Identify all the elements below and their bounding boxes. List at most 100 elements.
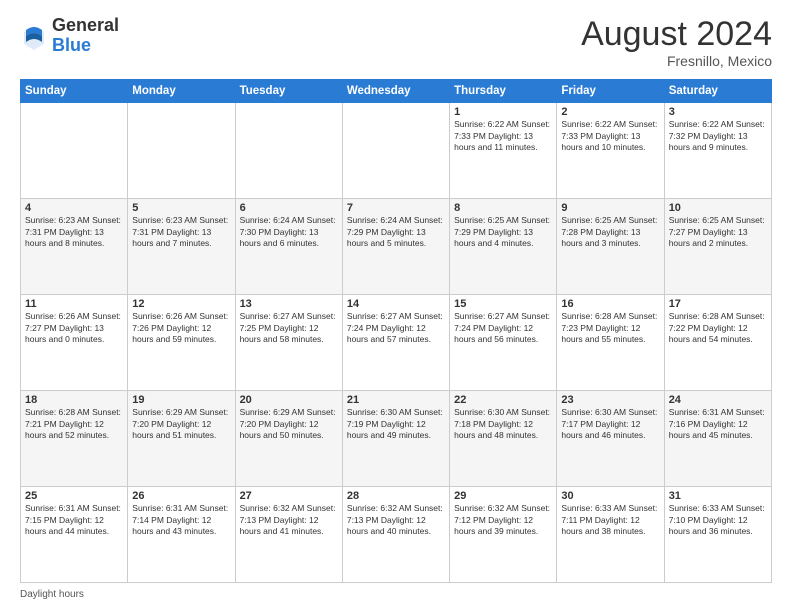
- calendar-day-cell: [235, 103, 342, 199]
- calendar-day-cell: 11Sunrise: 6:26 AM Sunset: 7:27 PM Dayli…: [21, 295, 128, 391]
- day-number: 23: [561, 394, 659, 406]
- calendar-day-cell: 30Sunrise: 6:33 AM Sunset: 7:11 PM Dayli…: [557, 487, 664, 583]
- calendar-day-cell: [342, 103, 449, 199]
- day-info: Sunrise: 6:31 AM Sunset: 7:14 PM Dayligh…: [132, 503, 230, 537]
- day-info: Sunrise: 6:26 AM Sunset: 7:26 PM Dayligh…: [132, 311, 230, 345]
- calendar-day-cell: 7Sunrise: 6:24 AM Sunset: 7:29 PM Daylig…: [342, 199, 449, 295]
- day-number: 7: [347, 202, 445, 214]
- day-info: Sunrise: 6:30 AM Sunset: 7:17 PM Dayligh…: [561, 407, 659, 441]
- day-info: Sunrise: 6:23 AM Sunset: 7:31 PM Dayligh…: [132, 215, 230, 249]
- day-number: 22: [454, 394, 552, 406]
- day-number: 21: [347, 394, 445, 406]
- calendar-week-row: 25Sunrise: 6:31 AM Sunset: 7:15 PM Dayli…: [21, 487, 772, 583]
- calendar-day-cell: 10Sunrise: 6:25 AM Sunset: 7:27 PM Dayli…: [664, 199, 771, 295]
- day-number: 6: [240, 202, 338, 214]
- calendar-day-cell: 3Sunrise: 6:22 AM Sunset: 7:32 PM Daylig…: [664, 103, 771, 199]
- footer-label: Daylight hours: [20, 589, 84, 600]
- day-info: Sunrise: 6:27 AM Sunset: 7:24 PM Dayligh…: [454, 311, 552, 345]
- calendar-day-cell: 19Sunrise: 6:29 AM Sunset: 7:20 PM Dayli…: [128, 391, 235, 487]
- calendar-week-row: 18Sunrise: 6:28 AM Sunset: 7:21 PM Dayli…: [21, 391, 772, 487]
- day-number: 24: [669, 394, 767, 406]
- day-number: 10: [669, 202, 767, 214]
- calendar-day-cell: 13Sunrise: 6:27 AM Sunset: 7:25 PM Dayli…: [235, 295, 342, 391]
- day-info: Sunrise: 6:26 AM Sunset: 7:27 PM Dayligh…: [25, 311, 123, 345]
- calendar-day-header: Wednesday: [342, 80, 449, 103]
- calendar-day-header: Tuesday: [235, 80, 342, 103]
- title-block: August 2024 Fresnillo, Mexico: [581, 16, 772, 69]
- calendar-day-cell: 31Sunrise: 6:33 AM Sunset: 7:10 PM Dayli…: [664, 487, 771, 583]
- calendar-week-row: 4Sunrise: 6:23 AM Sunset: 7:31 PM Daylig…: [21, 199, 772, 295]
- day-info: Sunrise: 6:33 AM Sunset: 7:10 PM Dayligh…: [669, 503, 767, 537]
- calendar-day-header: Saturday: [664, 80, 771, 103]
- calendar-table: SundayMondayTuesdayWednesdayThursdayFrid…: [20, 79, 772, 583]
- calendar-day-cell: 15Sunrise: 6:27 AM Sunset: 7:24 PM Dayli…: [450, 295, 557, 391]
- calendar-day-header: Friday: [557, 80, 664, 103]
- calendar-day-cell: 25Sunrise: 6:31 AM Sunset: 7:15 PM Dayli…: [21, 487, 128, 583]
- calendar-day-cell: 8Sunrise: 6:25 AM Sunset: 7:29 PM Daylig…: [450, 199, 557, 295]
- calendar-day-cell: 14Sunrise: 6:27 AM Sunset: 7:24 PM Dayli…: [342, 295, 449, 391]
- day-number: 8: [454, 202, 552, 214]
- calendar-day-cell: 9Sunrise: 6:25 AM Sunset: 7:28 PM Daylig…: [557, 199, 664, 295]
- day-number: 5: [132, 202, 230, 214]
- day-number: 2: [561, 106, 659, 118]
- calendar-day-cell: [128, 103, 235, 199]
- logo-text: General Blue: [52, 16, 119, 56]
- day-info: Sunrise: 6:32 AM Sunset: 7:13 PM Dayligh…: [347, 503, 445, 537]
- calendar-day-cell: 21Sunrise: 6:30 AM Sunset: 7:19 PM Dayli…: [342, 391, 449, 487]
- day-number: 27: [240, 490, 338, 502]
- day-number: 3: [669, 106, 767, 118]
- day-number: 4: [25, 202, 123, 214]
- header: General Blue August 2024 Fresnillo, Mexi…: [20, 16, 772, 69]
- day-info: Sunrise: 6:24 AM Sunset: 7:30 PM Dayligh…: [240, 215, 338, 249]
- day-info: Sunrise: 6:28 AM Sunset: 7:23 PM Dayligh…: [561, 311, 659, 345]
- day-info: Sunrise: 6:22 AM Sunset: 7:32 PM Dayligh…: [669, 119, 767, 153]
- calendar-day-cell: 4Sunrise: 6:23 AM Sunset: 7:31 PM Daylig…: [21, 199, 128, 295]
- day-number: 14: [347, 298, 445, 310]
- day-number: 15: [454, 298, 552, 310]
- calendar-day-cell: 27Sunrise: 6:32 AM Sunset: 7:13 PM Dayli…: [235, 487, 342, 583]
- day-number: 17: [669, 298, 767, 310]
- day-number: 30: [561, 490, 659, 502]
- calendar-day-cell: 22Sunrise: 6:30 AM Sunset: 7:18 PM Dayli…: [450, 391, 557, 487]
- logo-general: General: [52, 16, 119, 36]
- calendar-day-cell: 18Sunrise: 6:28 AM Sunset: 7:21 PM Dayli…: [21, 391, 128, 487]
- day-info: Sunrise: 6:28 AM Sunset: 7:22 PM Dayligh…: [669, 311, 767, 345]
- logo-blue: Blue: [52, 36, 119, 56]
- calendar-day-cell: 23Sunrise: 6:30 AM Sunset: 7:17 PM Dayli…: [557, 391, 664, 487]
- day-info: Sunrise: 6:27 AM Sunset: 7:24 PM Dayligh…: [347, 311, 445, 345]
- calendar-day-header: Thursday: [450, 80, 557, 103]
- day-info: Sunrise: 6:30 AM Sunset: 7:18 PM Dayligh…: [454, 407, 552, 441]
- calendar-day-cell: 24Sunrise: 6:31 AM Sunset: 7:16 PM Dayli…: [664, 391, 771, 487]
- day-number: 18: [25, 394, 123, 406]
- day-number: 11: [25, 298, 123, 310]
- calendar-week-row: 11Sunrise: 6:26 AM Sunset: 7:27 PM Dayli…: [21, 295, 772, 391]
- day-info: Sunrise: 6:22 AM Sunset: 7:33 PM Dayligh…: [454, 119, 552, 153]
- day-info: Sunrise: 6:32 AM Sunset: 7:13 PM Dayligh…: [240, 503, 338, 537]
- day-info: Sunrise: 6:28 AM Sunset: 7:21 PM Dayligh…: [25, 407, 123, 441]
- day-info: Sunrise: 6:29 AM Sunset: 7:20 PM Dayligh…: [132, 407, 230, 441]
- calendar-day-cell: 12Sunrise: 6:26 AM Sunset: 7:26 PM Dayli…: [128, 295, 235, 391]
- calendar-week-row: 1Sunrise: 6:22 AM Sunset: 7:33 PM Daylig…: [21, 103, 772, 199]
- day-info: Sunrise: 6:32 AM Sunset: 7:12 PM Dayligh…: [454, 503, 552, 537]
- calendar-header-row: SundayMondayTuesdayWednesdayThursdayFrid…: [21, 80, 772, 103]
- day-info: Sunrise: 6:31 AM Sunset: 7:15 PM Dayligh…: [25, 503, 123, 537]
- day-info: Sunrise: 6:23 AM Sunset: 7:31 PM Dayligh…: [25, 215, 123, 249]
- day-number: 1: [454, 106, 552, 118]
- day-number: 19: [132, 394, 230, 406]
- day-info: Sunrise: 6:33 AM Sunset: 7:11 PM Dayligh…: [561, 503, 659, 537]
- day-number: 31: [669, 490, 767, 502]
- day-number: 20: [240, 394, 338, 406]
- day-info: Sunrise: 6:31 AM Sunset: 7:16 PM Dayligh…: [669, 407, 767, 441]
- day-number: 9: [561, 202, 659, 214]
- calendar-day-cell: 28Sunrise: 6:32 AM Sunset: 7:13 PM Dayli…: [342, 487, 449, 583]
- calendar-day-cell: 6Sunrise: 6:24 AM Sunset: 7:30 PM Daylig…: [235, 199, 342, 295]
- day-info: Sunrise: 6:22 AM Sunset: 7:33 PM Dayligh…: [561, 119, 659, 153]
- day-info: Sunrise: 6:25 AM Sunset: 7:29 PM Dayligh…: [454, 215, 552, 249]
- calendar-day-header: Monday: [128, 80, 235, 103]
- logo: General Blue: [20, 16, 119, 56]
- logo-icon: [20, 22, 48, 50]
- day-number: 25: [25, 490, 123, 502]
- day-number: 29: [454, 490, 552, 502]
- calendar-day-cell: 16Sunrise: 6:28 AM Sunset: 7:23 PM Dayli…: [557, 295, 664, 391]
- day-info: Sunrise: 6:25 AM Sunset: 7:28 PM Dayligh…: [561, 215, 659, 249]
